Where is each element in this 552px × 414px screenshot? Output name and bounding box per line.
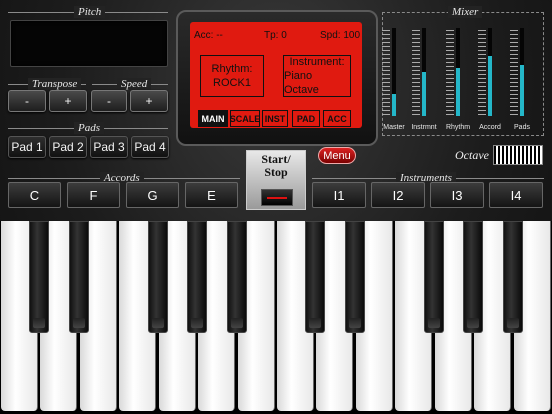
mixer-label-pads: Pads — [514, 124, 530, 131]
accord-c-button[interactable]: C — [8, 182, 61, 208]
accord-f-button[interactable]: F — [67, 182, 120, 208]
rhythm-title: Rhythm: — [211, 63, 253, 75]
black-key[interactable] — [29, 221, 49, 333]
mixer-slider-accord[interactable] — [488, 28, 492, 116]
mixer-level-rhythm — [456, 68, 460, 116]
start-stop-button[interactable]: Start/Stop — [246, 150, 306, 210]
accord-e-button[interactable]: E — [185, 182, 238, 208]
app-root: Pitch Transpose Speed - + - + Pads Pad 1… — [0, 0, 552, 414]
rhythm-box[interactable]: Rhythm: ROCK1 — [200, 55, 264, 97]
mixer-slider-master[interactable] — [392, 28, 396, 116]
instrument-title: Instrument: — [289, 56, 345, 68]
mixer-scale-accord — [478, 30, 486, 118]
pad-2-button[interactable]: Pad 2 — [49, 136, 87, 158]
pad-1-button[interactable]: Pad 1 — [8, 136, 46, 158]
tab-main[interactable]: MAIN — [198, 110, 228, 127]
tab-scale[interactable]: SCALE — [230, 110, 260, 127]
mixer-slider-pads[interactable] — [520, 28, 524, 116]
instrument-4-button[interactable]: I4 — [489, 182, 543, 208]
tab-acc[interactable]: ACC — [323, 110, 351, 127]
spd-readout: Spd: 100 — [320, 30, 361, 41]
black-key[interactable] — [187, 221, 207, 333]
transpose-minus-button[interactable]: - — [8, 90, 46, 112]
pitch-wheel[interactable] — [10, 20, 168, 67]
octave-selector[interactable] — [493, 145, 543, 165]
black-key[interactable] — [345, 221, 365, 333]
accord-g-button[interactable]: G — [126, 182, 179, 208]
start-stop-label: Start/Stop — [261, 152, 291, 179]
piano-keyboard — [0, 221, 552, 414]
acc-readout: Acc: -- — [194, 30, 223, 41]
speed-minus-button[interactable]: - — [91, 90, 127, 112]
black-key[interactable] — [463, 221, 483, 333]
rhythm-value: ROCK1 — [213, 77, 251, 89]
mixer-label-instrmnt: Instrmnt — [411, 124, 437, 131]
pitch-label: Pitch — [74, 6, 106, 18]
mixer-label-accord: Accord — [479, 124, 501, 131]
mixer-scale-instrmnt — [412, 30, 420, 118]
mixer-scale-pads — [510, 30, 518, 118]
instrument-value: Piano Octave — [284, 70, 319, 96]
mixer-label-master: Master — [383, 124, 405, 131]
black-key[interactable] — [424, 221, 444, 333]
black-key[interactable] — [69, 221, 89, 333]
instrument-box[interactable]: Instrument: Piano Octave — [283, 55, 351, 97]
octave-label: Octave — [455, 148, 489, 162]
tab-pad[interactable]: PAD — [292, 110, 320, 127]
black-key[interactable] — [305, 221, 325, 333]
mixer-level-accord — [488, 56, 492, 116]
mixer-label-rhythm: Rhythm — [445, 124, 471, 131]
pad-4-button[interactable]: Pad 4 — [131, 136, 169, 158]
menu-button[interactable]: Menu — [318, 147, 356, 164]
mixer-scale-rhythm — [446, 30, 454, 118]
pads-label: Pads — [74, 122, 104, 134]
mixer-slider-rhythm[interactable] — [456, 28, 460, 116]
instrument-2-button[interactable]: I2 — [371, 182, 425, 208]
mixer-scale-master — [382, 30, 390, 118]
speed-plus-button[interactable]: + — [130, 90, 168, 112]
tp-readout: Tp: 0 — [264, 30, 287, 41]
black-key[interactable] — [148, 221, 168, 333]
transpose-label: Transpose — [28, 78, 82, 90]
black-key[interactable] — [503, 221, 523, 333]
instrument-3-button[interactable]: I3 — [430, 182, 484, 208]
instrument-1-button[interactable]: I1 — [312, 182, 366, 208]
mixer-label: Mixer — [448, 6, 483, 18]
mixer-level-instrmnt — [422, 72, 426, 116]
transpose-plus-button[interactable]: + — [49, 90, 87, 112]
tab-inst[interactable]: INST — [262, 110, 288, 127]
mixer-slider-instrmnt[interactable] — [422, 28, 426, 116]
start-stop-led — [261, 189, 293, 206]
black-key[interactable] — [227, 221, 247, 333]
mixer-level-master — [392, 94, 396, 116]
mixer-level-pads — [520, 65, 524, 116]
pad-3-button[interactable]: Pad 3 — [90, 136, 128, 158]
speed-label: Speed — [117, 78, 152, 90]
